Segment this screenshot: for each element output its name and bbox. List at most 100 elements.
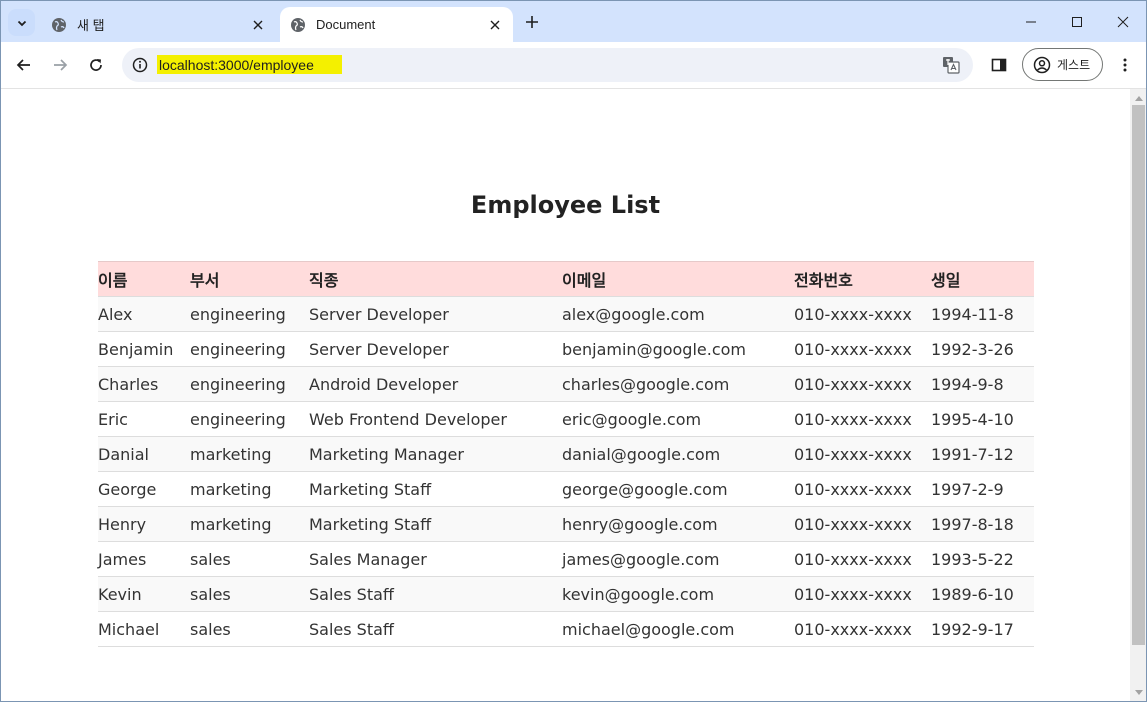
column-header-name: 이름 xyxy=(98,261,190,297)
menu-button[interactable] xyxy=(1111,51,1139,79)
phone-cell: 010-xxxx-xxxx xyxy=(794,366,931,402)
email-cell: george@google.com xyxy=(562,471,794,507)
back-button[interactable] xyxy=(10,51,38,79)
maximize-button[interactable] xyxy=(1054,1,1100,42)
address-bar[interactable]: localhost:3000/employee xyxy=(122,48,973,82)
email-cell: henry@google.com xyxy=(562,506,794,542)
page-title: Employee List xyxy=(470,191,661,219)
name-cell: James xyxy=(98,541,190,577)
profile-button[interactable]: 게스트 xyxy=(1022,48,1103,81)
phone-cell: 010-xxxx-xxxx xyxy=(794,471,931,507)
name-cell: George xyxy=(98,471,190,507)
name-cell: Danial xyxy=(98,436,190,472)
department-cell: sales xyxy=(190,611,309,647)
email-cell: michael@google.com xyxy=(562,611,794,647)
reload-button[interactable] xyxy=(82,51,110,79)
phone-cell: 010-xxxx-xxxx xyxy=(794,611,931,647)
birthday-cell: 1994-11-8 xyxy=(931,296,1034,332)
url-text[interactable]: localhost:3000/employee xyxy=(159,56,314,74)
job-cell: Server Developer xyxy=(309,331,562,367)
table-row: Michael sales Sales Staff michael@google.co… xyxy=(98,611,1034,647)
email-cell: james@google.com xyxy=(562,541,794,577)
birthday-cell: 1995-4-10 xyxy=(931,401,1034,437)
globe-icon xyxy=(51,17,67,33)
job-cell: Sales Staff xyxy=(309,576,562,612)
profile-label: 게스트 xyxy=(1057,58,1091,72)
department-cell: sales xyxy=(190,576,309,612)
name-cell: Benjamin xyxy=(98,331,190,367)
column-header-job: 직종 xyxy=(309,261,562,297)
tab-document[interactable]: Document xyxy=(280,7,513,42)
phone-cell: 010-xxxx-xxxx xyxy=(794,436,931,472)
minimize-button[interactable] xyxy=(1008,1,1054,42)
info-icon[interactable] xyxy=(130,55,150,75)
phone-cell: 010-xxxx-xxxx xyxy=(794,331,931,367)
birthday-cell: 1991-7-12 xyxy=(931,436,1034,472)
side-panel-icon xyxy=(991,58,1007,72)
department-cell: engineering xyxy=(190,401,309,437)
email-cell: kevin@google.com xyxy=(562,576,794,612)
scroll-up-arrow-icon[interactable] xyxy=(1130,91,1146,105)
email-cell: benjamin@google.com xyxy=(562,331,794,367)
new-tab-button[interactable] xyxy=(521,11,543,33)
arrow-right-icon xyxy=(54,59,68,71)
translate-icon[interactable] xyxy=(941,55,961,75)
column-header-email: 이메일 xyxy=(562,261,794,297)
scrollbar-thumb[interactable] xyxy=(1132,105,1145,645)
job-cell: Marketing Staff xyxy=(309,471,562,507)
department-cell: sales xyxy=(190,541,309,577)
tab-search-button[interactable] xyxy=(8,9,35,36)
forward-button[interactable] xyxy=(46,51,74,79)
table-header-row: 이름 부서 직종 이메일 전화번호 생일 xyxy=(98,261,1034,297)
job-cell: Android Developer xyxy=(309,366,562,402)
job-cell: Web Frontend Developer xyxy=(309,401,562,437)
table-row: Henry marketing Marketing Staff henry@googl… xyxy=(98,506,1034,542)
vertical-scrollbar[interactable] xyxy=(1130,89,1146,701)
department-cell: marketing xyxy=(190,506,309,542)
phone-cell: 010-xxxx-xxxx xyxy=(794,296,931,332)
name-cell: Henry xyxy=(98,506,190,542)
employee-table: 이름 부서 직종 이메일 전화번호 생일 Alex engineering Serv… xyxy=(98,261,1034,647)
birthday-cell: 1997-8-18 xyxy=(931,506,1034,542)
phone-cell: 010-xxxx-xxxx xyxy=(794,506,931,542)
close-icon xyxy=(1117,16,1129,27)
more-vert-icon xyxy=(1123,58,1127,72)
name-cell: Kevin xyxy=(98,576,190,612)
name-cell: Charles xyxy=(98,366,190,402)
side-panel-button[interactable] xyxy=(985,51,1013,79)
chevron-down-icon xyxy=(17,20,26,26)
scroll-down-arrow-icon[interactable] xyxy=(1130,686,1146,700)
tab-title: 새 탭 xyxy=(77,18,105,33)
tab-new-tab[interactable]: 새 탭 xyxy=(41,7,276,42)
table-row: Kevin sales Sales Staff kevin@google.com 010… xyxy=(98,576,1034,612)
account-icon xyxy=(1033,56,1051,74)
birthday-cell: 1993-5-22 xyxy=(931,541,1034,577)
department-cell: engineering xyxy=(190,331,309,367)
plus-icon xyxy=(526,16,538,28)
phone-cell: 010-xxxx-xxxx xyxy=(794,541,931,577)
tab-title: Document xyxy=(316,17,376,32)
name-cell: Eric xyxy=(98,401,190,437)
job-cell: Marketing Manager xyxy=(309,436,562,472)
name-cell: Alex xyxy=(98,296,190,332)
close-icon[interactable] xyxy=(485,15,505,35)
table-row: James sales Sales Manager james@google.com 0… xyxy=(98,541,1034,577)
phone-cell: 010-xxxx-xxxx xyxy=(794,401,931,437)
table-body: Alex engineering Server Developer alex@goog… xyxy=(98,296,1034,647)
close-icon[interactable] xyxy=(248,15,268,35)
job-cell: Marketing Staff xyxy=(309,506,562,542)
maximize-icon xyxy=(1072,16,1082,27)
department-cell: marketing xyxy=(190,471,309,507)
page-viewport: Employee List 이름 부서 직종 이메일 전화번호 생일 Alex e… xyxy=(1,89,1130,701)
department-cell: engineering xyxy=(190,366,309,402)
browser-toolbar: localhost:3000/employee 게스트 xyxy=(1,42,1146,89)
table-row: Charles engineering Android Developer charl… xyxy=(98,366,1034,402)
birthday-cell: 1992-9-17 xyxy=(931,611,1034,647)
reload-icon xyxy=(90,59,102,71)
table-row: Eric engineering Web Frontend Developer eri… xyxy=(98,401,1034,437)
birthday-cell: 1992-3-26 xyxy=(931,331,1034,367)
phone-cell: 010-xxxx-xxxx xyxy=(794,576,931,612)
globe-icon xyxy=(290,17,306,33)
email-cell: charles@google.com xyxy=(562,366,794,402)
close-window-button[interactable] xyxy=(1100,1,1146,42)
